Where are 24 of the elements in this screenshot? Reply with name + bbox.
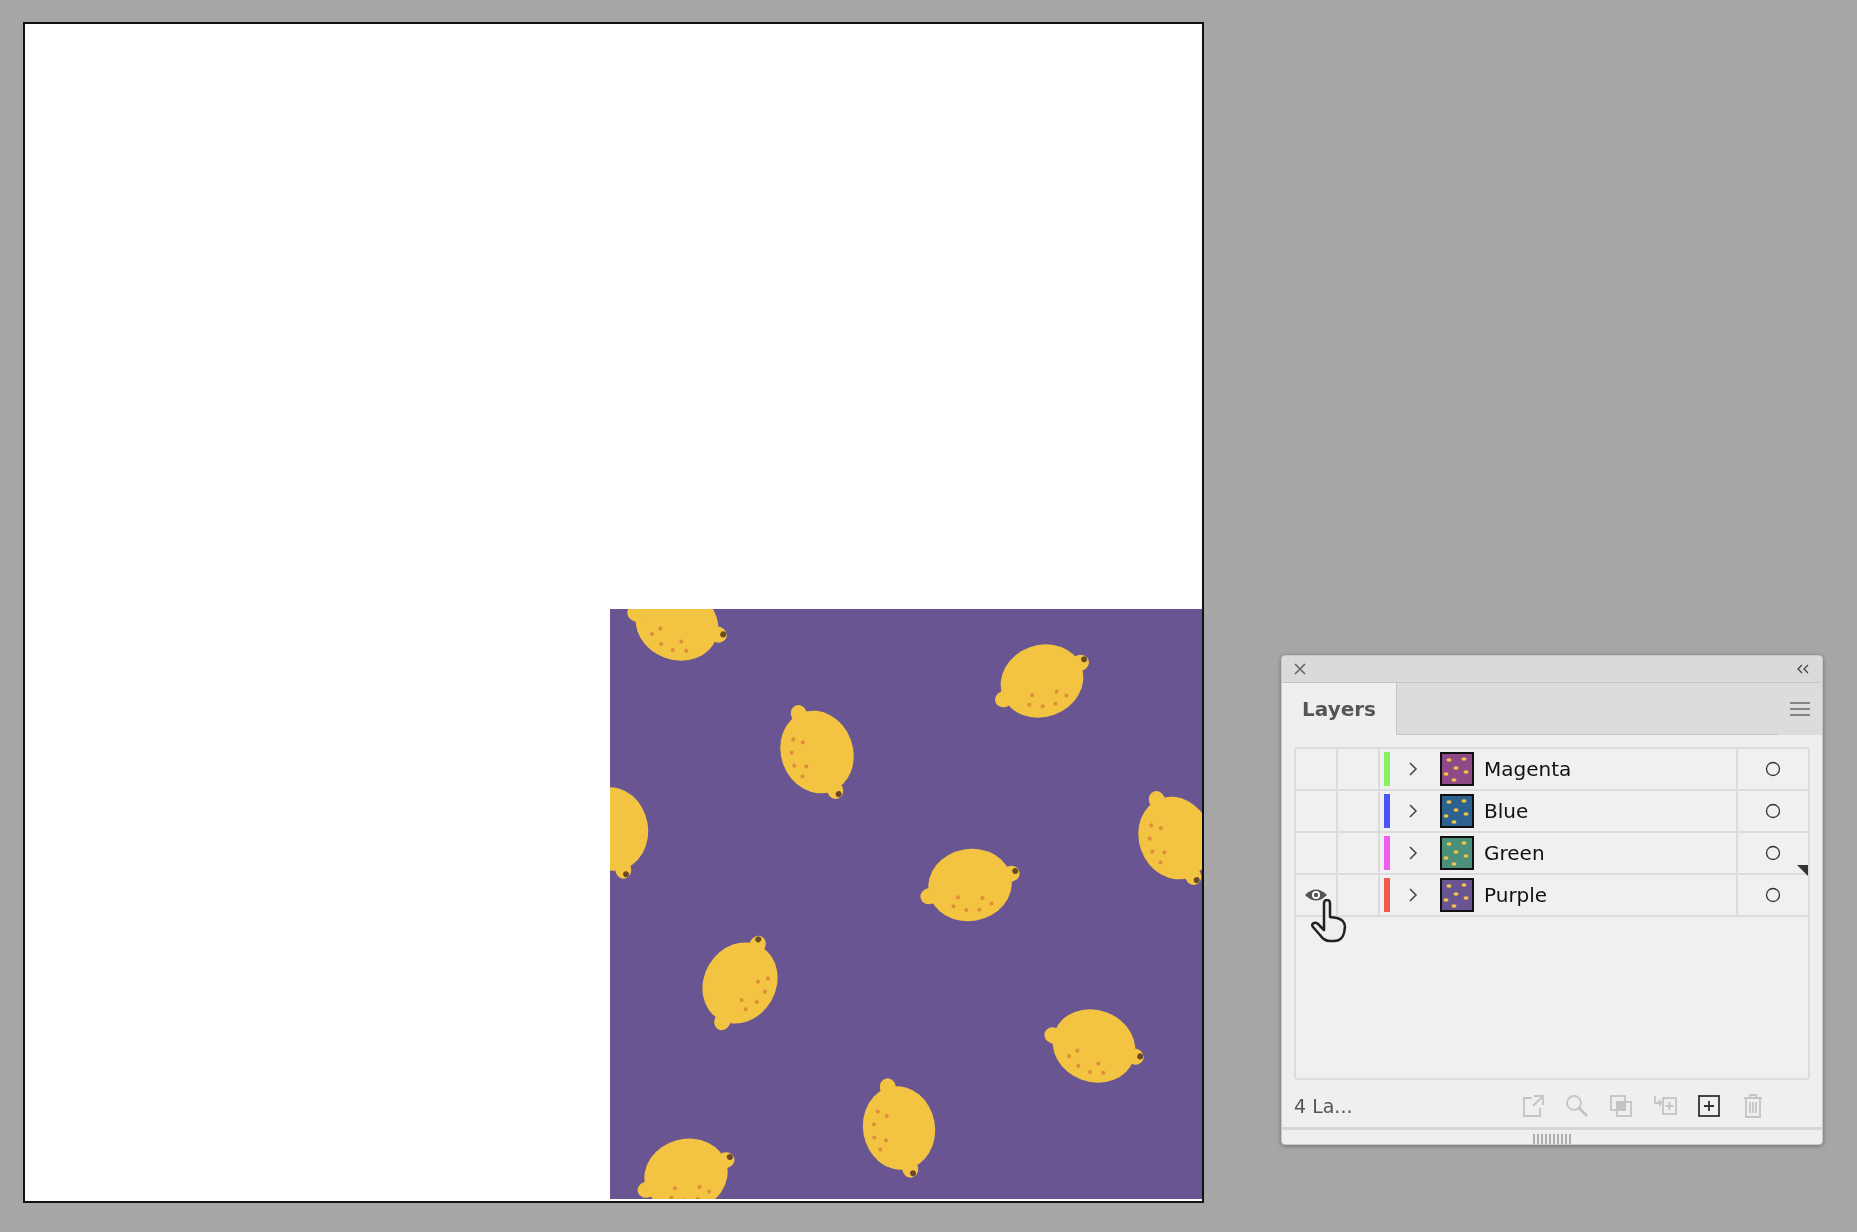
- layer-name: Green: [1484, 832, 1738, 873]
- menu-icon[interactable]: [1790, 701, 1810, 716]
- layer-count-text: 4 La...: [1294, 1095, 1353, 1118]
- target-circle-icon[interactable]: [1765, 802, 1781, 819]
- chevron-icon[interactable]: [1408, 844, 1418, 861]
- target-circle-icon[interactable]: [1765, 844, 1781, 861]
- layer-row[interactable]: Magenta: [1296, 748, 1808, 791]
- target-circle-icon[interactable]: [1765, 760, 1781, 777]
- layer-row[interactable]: Green: [1296, 832, 1808, 875]
- layer-name: Magenta: [1484, 748, 1738, 789]
- eye-icon[interactable]: [1304, 887, 1328, 902]
- panel-tab[interactable]: Layers: [1282, 682, 1397, 735]
- layer-name: Purple: [1484, 874, 1738, 915]
- collapse-icon[interactable]: [1796, 663, 1810, 674]
- target-circle-icon[interactable]: [1765, 886, 1781, 903]
- resize-grip-icon[interactable]: [1532, 1134, 1572, 1144]
- chevron-icon[interactable]: [1408, 886, 1418, 903]
- chevron-icon[interactable]: [1408, 760, 1418, 777]
- layer-name: Blue: [1484, 790, 1738, 831]
- layer-row[interactable]: Blue: [1296, 790, 1808, 833]
- close-icon[interactable]: [1294, 662, 1306, 675]
- chevron-icon[interactable]: [1408, 802, 1418, 819]
- layer-row[interactable]: Purple: [1296, 874, 1808, 917]
- new-layer-icon[interactable]: [1696, 1093, 1722, 1120]
